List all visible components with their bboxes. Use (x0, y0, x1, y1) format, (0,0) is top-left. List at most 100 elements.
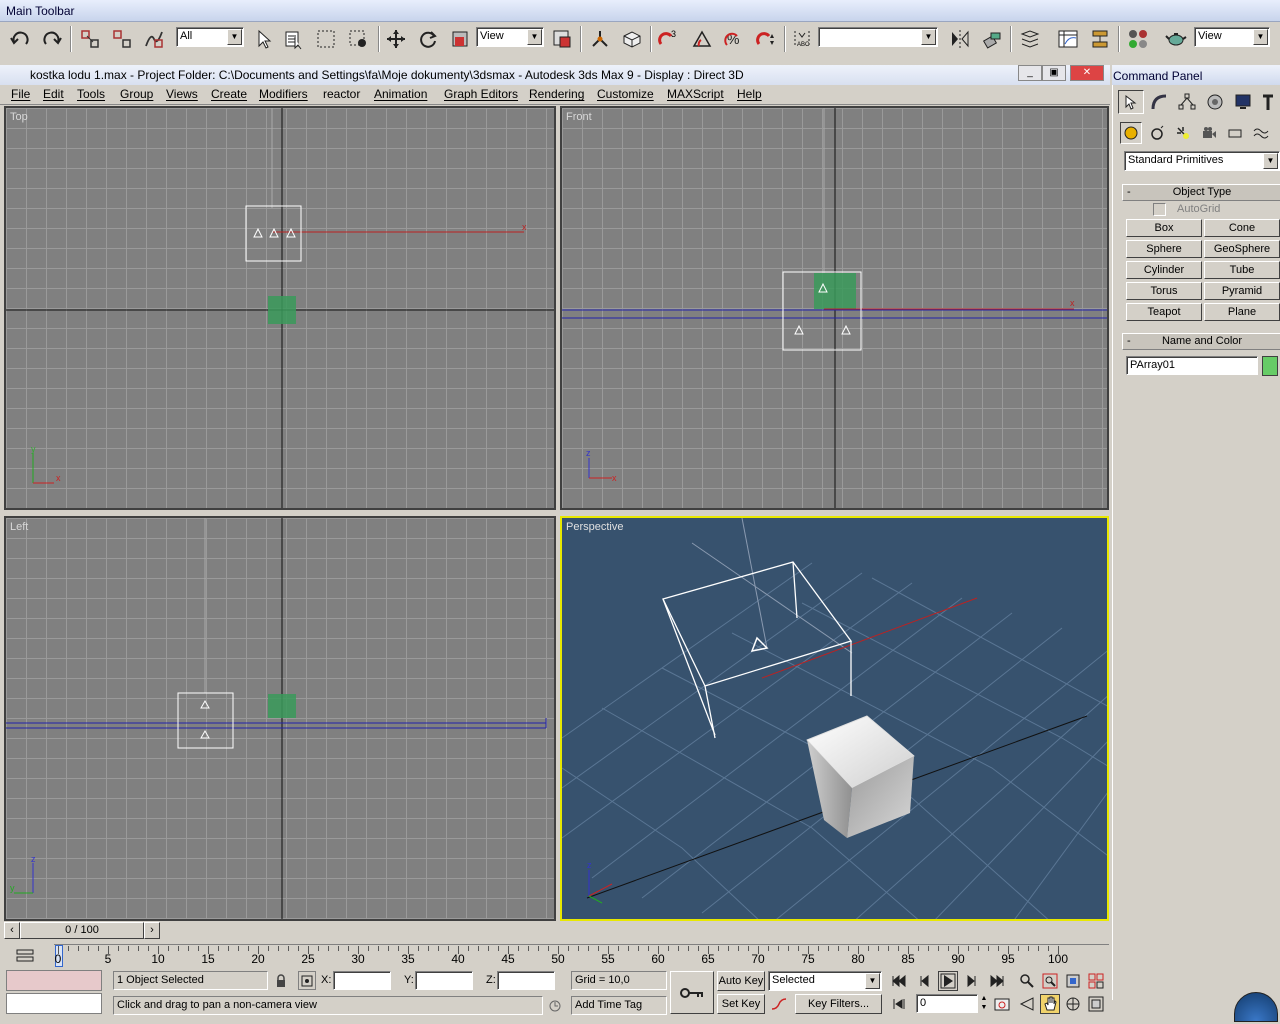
menu-maxscript[interactable]: MAXScript (667, 87, 724, 101)
spinner-snap-toggle-button[interactable] (752, 24, 780, 54)
align-button[interactable] (978, 24, 1006, 54)
plane-button[interactable]: Plane (1204, 303, 1280, 321)
selection-filter-dropdown[interactable]: All ▼ (176, 27, 244, 47)
menu-animation[interactable]: Animation (374, 87, 427, 101)
viewport-perspective[interactable]: Perspective z (560, 516, 1109, 921)
selection-lock-toggle[interactable] (272, 971, 290, 990)
select-and-rotate-button[interactable] (414, 24, 442, 54)
curve-editor-button[interactable] (1054, 24, 1082, 54)
menu-tools[interactable]: Tools (77, 87, 105, 101)
unlink-selection-button[interactable] (108, 24, 136, 54)
menu-rendering[interactable]: Rendering (529, 87, 584, 101)
track-bar-toggle[interactable] (8, 944, 42, 966)
geometry-category-button[interactable] (1120, 122, 1142, 144)
render-type-dropdown[interactable]: View ▼ (1194, 27, 1270, 47)
bind-to-space-warp-button[interactable] (140, 24, 168, 54)
time-configuration-button[interactable] (992, 994, 1012, 1014)
helpers-category-button[interactable] (1224, 122, 1246, 144)
select-and-manipulate-button[interactable] (586, 24, 614, 54)
tube-button[interactable]: Tube (1204, 261, 1280, 279)
zoom-button[interactable] (1017, 971, 1037, 991)
absolute-mode-toggle[interactable] (298, 971, 316, 990)
go-to-end-button[interactable] (987, 971, 1007, 991)
menu-create[interactable]: Create (211, 87, 247, 101)
object-category-dropdown[interactable]: Standard Primitives ▼ (1124, 151, 1280, 171)
current-frame-field[interactable]: 0 (916, 994, 978, 1013)
motion-tab[interactable] (1202, 90, 1228, 114)
autogrid-checkbox[interactable] (1153, 203, 1166, 216)
menu-group[interactable]: Group (120, 87, 153, 101)
rectangular-selection-button[interactable] (312, 24, 340, 54)
min-max-toggle-button[interactable] (1086, 994, 1106, 1014)
object-name-field[interactable]: PArray01 (1126, 356, 1258, 375)
frame-spinner[interactable]: ▲ ▼ (979, 994, 989, 1014)
go-to-start-button[interactable] (889, 971, 909, 991)
pan-view-button[interactable] (1040, 994, 1060, 1014)
menu-customize[interactable]: Customize (597, 87, 654, 101)
y-coordinate-field[interactable] (415, 971, 473, 990)
minimize-button[interactable]: _ (1018, 65, 1042, 81)
viewport-front[interactable]: Front x z x (560, 106, 1109, 510)
restore-button[interactable]: ▣ (1042, 65, 1066, 81)
menu-views[interactable]: Views (166, 87, 198, 101)
torus-button[interactable]: Torus (1126, 282, 1202, 300)
time-next-button[interactable]: › (144, 922, 160, 939)
keyboard-shortcut-override-button[interactable] (618, 24, 646, 54)
add-time-tag[interactable]: Add Time Tag (571, 996, 667, 1015)
zoom-all-button[interactable] (1040, 971, 1060, 991)
menu-modifiers[interactable]: Modifiers (259, 87, 308, 101)
viewport-left[interactable]: Left z y (4, 516, 556, 921)
schematic-view-button[interactable] (1086, 24, 1114, 54)
shapes-category-button[interactable] (1146, 122, 1168, 144)
redo-button[interactable] (38, 24, 66, 54)
menu-graph-editors[interactable]: Graph Editors (444, 87, 518, 101)
utilities-tab[interactable] (1258, 90, 1278, 114)
menu-help[interactable]: Help (737, 87, 762, 101)
x-coordinate-field[interactable] (333, 971, 391, 990)
use-pivot-center-button[interactable] (548, 24, 576, 54)
maxscript-listener-mini[interactable] (6, 970, 102, 991)
viewport-top[interactable]: Top x y x (4, 106, 556, 510)
named-selection-sets-dropdown[interactable]: ▼ (818, 27, 938, 47)
undo-button[interactable] (6, 24, 34, 54)
display-tab[interactable] (1230, 90, 1256, 114)
angle-snap-toggle-button[interactable] (688, 24, 716, 54)
zoom-extents-button[interactable] (1063, 971, 1083, 991)
edit-named-selection-button[interactable]: ABC (788, 24, 816, 54)
key-mode-dropdown[interactable]: Selected ▼ (768, 971, 882, 991)
cylinder-button[interactable]: Cylinder (1126, 261, 1202, 279)
close-button[interactable]: ✕ (1070, 65, 1104, 81)
select-and-scale-button[interactable] (446, 24, 474, 54)
maxscript-input-mini[interactable] (6, 993, 102, 1014)
sphere-button[interactable]: Sphere (1126, 240, 1202, 258)
name-and-color-rollout-header[interactable]: - Name and Color (1122, 333, 1280, 350)
z-coordinate-field[interactable] (497, 971, 555, 990)
teapot-button[interactable]: Teapot (1126, 303, 1202, 321)
geosphere-button[interactable]: GeoSphere (1204, 240, 1280, 258)
select-object-button[interactable] (250, 24, 278, 54)
menu-file[interactable]: File (11, 87, 30, 101)
set-key-button[interactable]: Set Key (717, 994, 765, 1014)
mirror-button[interactable] (946, 24, 974, 54)
key-filters-button[interactable]: Key Filters... (795, 994, 882, 1014)
next-frame-button[interactable] (962, 971, 982, 991)
pyramid-button[interactable]: Pyramid (1204, 282, 1280, 300)
arc-rotate-button[interactable] (1063, 994, 1083, 1014)
zoom-extents-all-button[interactable] (1086, 971, 1106, 991)
object-type-rollout-header[interactable]: - Object Type (1122, 184, 1280, 201)
menu-edit[interactable]: Edit (43, 87, 64, 101)
select-and-link-button[interactable] (76, 24, 104, 54)
render-scene-dialog-button[interactable] (1162, 24, 1190, 54)
time-prev-button[interactable]: ‹ (4, 922, 20, 939)
percent-snap-toggle-button[interactable]: % (720, 24, 748, 54)
time-slider[interactable]: 0 / 100 (20, 922, 144, 939)
cone-button[interactable]: Cone (1204, 219, 1280, 237)
auto-key-button[interactable]: Auto Key (717, 971, 765, 991)
layer-manager-button[interactable] (1016, 24, 1044, 54)
cameras-category-button[interactable] (1198, 122, 1220, 144)
hierarchy-tab[interactable] (1174, 90, 1200, 114)
reference-coordinate-dropdown[interactable]: View ▼ (476, 27, 544, 47)
create-tab[interactable] (1118, 90, 1144, 114)
object-color-swatch[interactable] (1262, 356, 1278, 376)
select-and-move-button[interactable] (382, 24, 410, 54)
